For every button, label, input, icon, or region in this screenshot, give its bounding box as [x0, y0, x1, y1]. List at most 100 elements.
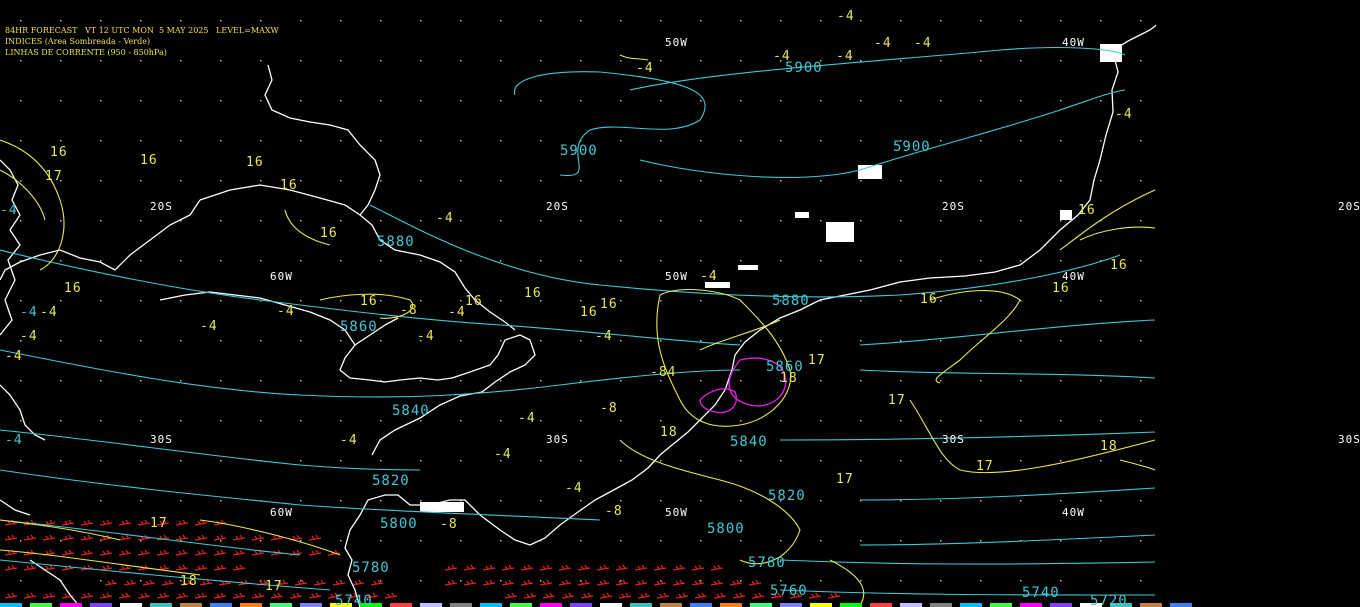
grid-dot	[580, 380, 582, 382]
grid-dot	[420, 100, 422, 102]
color-strip-cell	[1020, 603, 1042, 607]
grid-dot	[540, 180, 542, 182]
grid-dot	[1020, 460, 1022, 462]
grid-dot	[300, 500, 302, 502]
grid-dot	[60, 380, 62, 382]
grid-dot	[580, 420, 582, 422]
color-strip-cell	[780, 603, 802, 607]
wind-barb	[501, 579, 515, 586]
grid-dot	[620, 180, 622, 182]
grid-dot	[940, 180, 942, 182]
grid-dot	[900, 580, 902, 582]
grid-dot	[20, 540, 22, 542]
grid-dot	[820, 380, 822, 382]
index-label: 16	[246, 155, 264, 170]
wind-barb	[23, 592, 37, 599]
wind-barb	[463, 564, 477, 571]
grid-dot	[300, 420, 302, 422]
grid-dot	[1020, 100, 1022, 102]
grid-dot	[220, 60, 222, 62]
color-strip-cell	[630, 603, 652, 607]
grid-dot	[580, 340, 582, 342]
index-label: 16	[140, 153, 158, 168]
grid-dot	[1060, 340, 1062, 342]
grid-dot	[580, 100, 582, 102]
grid-dot	[540, 340, 542, 342]
grid-dot	[140, 180, 142, 182]
wind-barb	[577, 564, 591, 571]
wind-barb	[123, 579, 137, 586]
color-strip-cell	[420, 603, 442, 607]
grid-dot	[1060, 260, 1062, 262]
grid-dot	[980, 540, 982, 542]
wind-barb	[23, 534, 37, 541]
grid-dot	[100, 140, 102, 142]
grid-dot	[660, 60, 662, 62]
grid-dot	[620, 100, 622, 102]
grid-dot	[860, 420, 862, 422]
color-strip-cell	[990, 603, 1012, 607]
index-label: 16	[1078, 203, 1096, 218]
index-label: -4	[636, 61, 654, 76]
wind-barb	[194, 592, 208, 599]
grid-dot	[460, 180, 462, 182]
grid-dot	[1060, 420, 1062, 422]
grid-dot	[1020, 180, 1022, 182]
grid-dot	[700, 500, 702, 502]
grid-dot	[340, 180, 342, 182]
color-strip-cell	[60, 603, 82, 607]
grid-dot	[260, 420, 262, 422]
wind-barb	[523, 592, 537, 599]
grid-label: 20S	[150, 200, 173, 213]
grid-dot	[900, 380, 902, 382]
grid-dot	[820, 420, 822, 422]
grid-dot	[420, 220, 422, 222]
color-strip-cell	[510, 603, 532, 607]
grid-dot	[540, 380, 542, 382]
grid-dot	[1100, 420, 1102, 422]
grid-dot	[460, 220, 462, 222]
grid-dot	[700, 260, 702, 262]
grid-dot	[620, 580, 622, 582]
grid-dot	[20, 220, 22, 222]
grid-dot	[20, 300, 22, 302]
grid-dot	[220, 300, 222, 302]
grid-dot	[740, 180, 742, 182]
wind-barb	[637, 592, 651, 599]
grid-dot	[1020, 260, 1022, 262]
geopotential-label: 5880	[772, 293, 810, 309]
grid-dot	[780, 540, 782, 542]
wind-barb	[199, 579, 213, 586]
grid-label: 30S	[942, 433, 965, 446]
grid-dot	[620, 220, 622, 222]
map-canvas: 50W 40W 20S 20S 20S 20S 60W 50W 40W 30S 30S 30S 30S 6…	[0, 0, 1360, 607]
grid-dot	[660, 300, 662, 302]
grid-dot	[100, 220, 102, 222]
grid-dot	[1060, 300, 1062, 302]
geopotential-label: 5740	[1022, 585, 1060, 601]
data-edge-mask	[1156, 0, 1360, 607]
grid-dot	[340, 220, 342, 222]
grid-dot	[980, 20, 982, 22]
wind-barb	[175, 549, 189, 556]
grid-dot	[980, 60, 982, 62]
index-label: -4	[837, 9, 855, 24]
index-label: -4	[20, 329, 38, 344]
wind-barb	[748, 579, 762, 586]
index-label: -4	[773, 49, 791, 64]
grid-dot	[740, 100, 742, 102]
wind-barb	[634, 564, 648, 571]
index-label: 17	[888, 393, 906, 408]
wind-barb	[672, 564, 686, 571]
grid-dot	[860, 60, 862, 62]
grid-dot	[100, 180, 102, 182]
grid-dot	[180, 500, 182, 502]
index-label: 16	[465, 294, 483, 309]
grid-dot	[260, 220, 262, 222]
grid-dot	[100, 420, 102, 422]
wind-barb	[194, 549, 208, 556]
grid-dot	[780, 340, 782, 342]
grid-dot	[660, 460, 662, 462]
index-label: 18	[1100, 439, 1118, 454]
grid-dot	[100, 380, 102, 382]
